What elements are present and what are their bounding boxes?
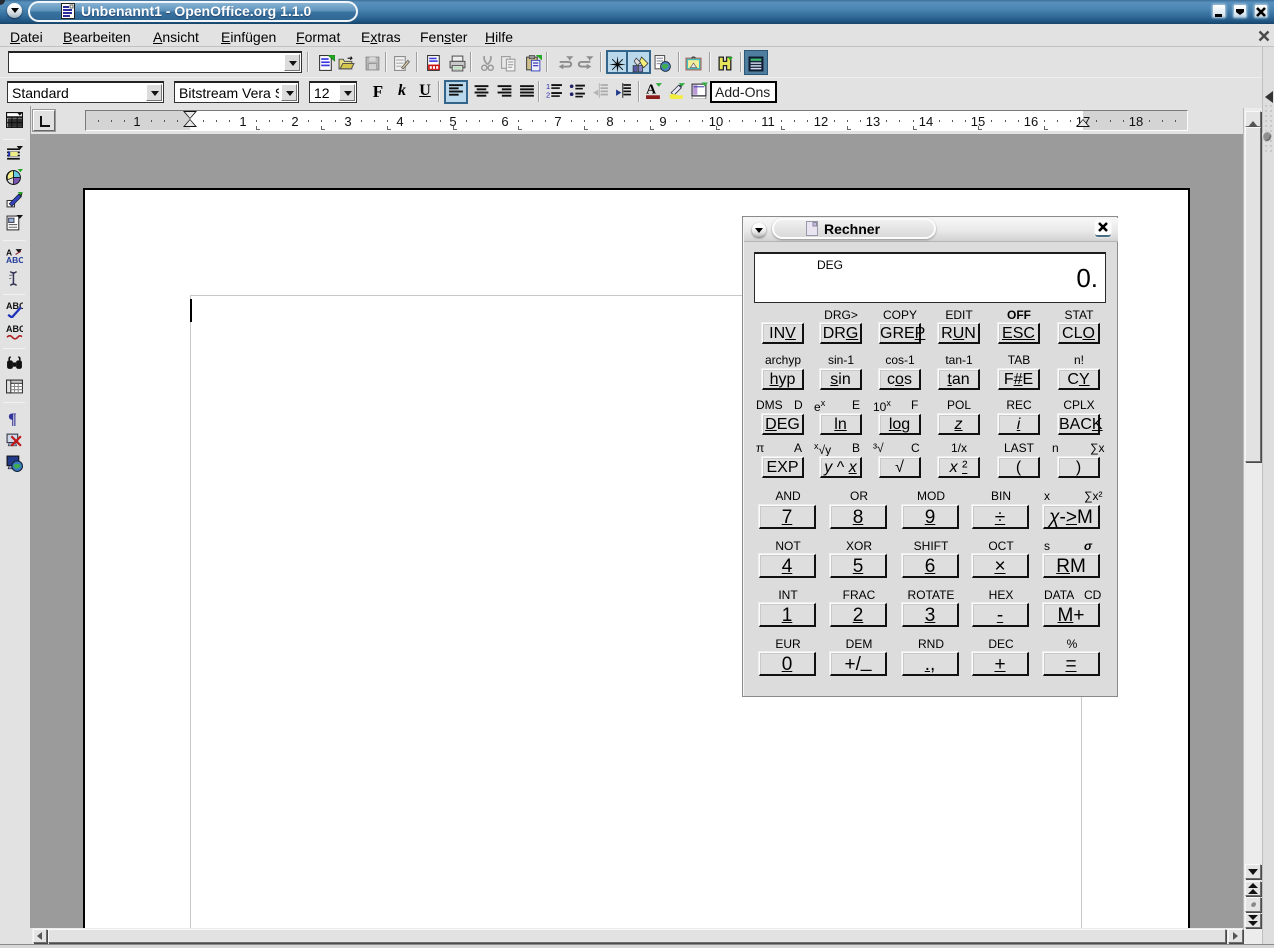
svg-text:ABC: ABC [6,324,23,334]
svg-text:¶: ¶ [8,411,17,426]
svg-text:2: 2 [546,90,550,99]
svg-text:ABC: ABC [6,255,23,264]
svg-text:A: A [646,82,656,97]
